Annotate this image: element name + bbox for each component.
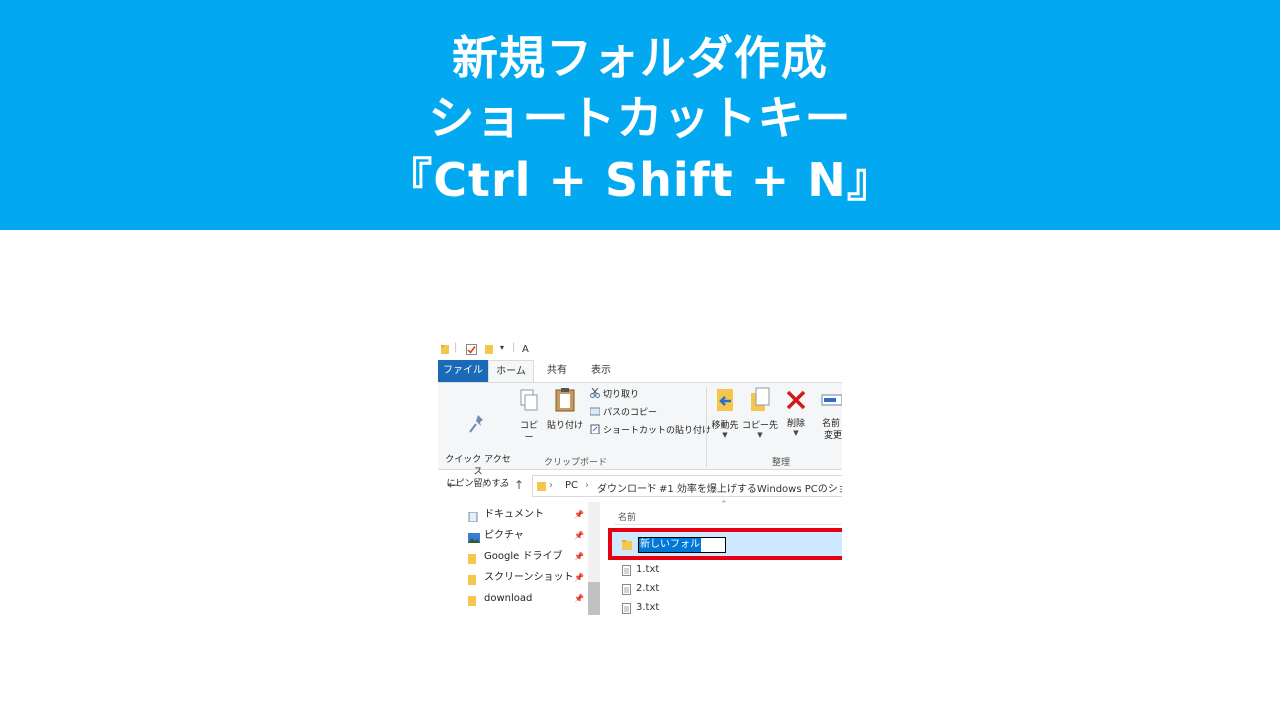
copy-to-button[interactable]: コピー先 ▼ <box>742 387 778 439</box>
chevron-down-icon: ▼ <box>757 431 763 439</box>
folder-icon <box>622 540 632 550</box>
forward-arrow-icon[interactable]: → <box>476 478 486 492</box>
back-arrow-icon[interactable]: ← <box>448 478 458 492</box>
sidebar-item-documents[interactable]: ドキュメント 📌 <box>468 505 588 525</box>
column-header-name[interactable]: 名前 <box>618 510 636 523</box>
clipboard-group-label: クリップボード <box>544 458 608 468</box>
customize-dropdown-icon[interactable]: ▾ <box>500 343 504 352</box>
file-name: 2.txt <box>636 583 660 594</box>
file-row-1[interactable]: 1.txt <box>614 560 840 579</box>
pin-icon[interactable]: 📌 <box>574 568 584 588</box>
rename-selected-text: 新しいフォルダー <box>639 538 720 552</box>
rename-input[interactable]: 新しいフォルダー <box>638 537 726 553</box>
group-separator <box>706 387 707 467</box>
file-list-pane: ⌃ 名前 新しいフォルダー 1.txt 2.txt 3.txt <box>600 500 842 615</box>
sidebar-item-screenshots[interactable]: スクリーンショット 📌 <box>468 568 588 588</box>
address-bar[interactable]: › PC › ダウンロード › #1 効率を爆上げするWindows PCのショ… <box>532 475 842 497</box>
tab-file[interactable]: ファイル <box>438 360 488 382</box>
breadcrumb-current-folder[interactable]: #1 効率を爆上げするWindows PCのショート <box>659 480 842 495</box>
chevron-down-icon: ▼ <box>793 429 799 437</box>
sidebar-item-google-drive[interactable]: Google ドライブ 📌 <box>468 547 588 567</box>
sidebar-item-pictures[interactable]: ピクチャ 📌 <box>468 526 588 546</box>
chevron-down-icon: ▼ <box>722 431 728 439</box>
copy-to-icon <box>742 387 778 417</box>
documents-icon <box>468 510 478 523</box>
navigation-pane: ドキュメント 📌 ピクチャ 📌 Google ドライブ 📌 スクリーンショット … <box>438 502 600 615</box>
clipboard-icon <box>546 387 584 417</box>
tab-view[interactable]: 表示 <box>582 360 620 382</box>
banner-line-2: ショートカットキー <box>428 91 852 145</box>
sort-ascending-icon: ⌃ <box>720 500 728 510</box>
folder-icon <box>537 482 546 491</box>
copy-icon <box>516 389 542 417</box>
pin-icon <box>442 401 514 439</box>
pin-icon[interactable]: 📌 <box>574 589 584 609</box>
cut-button[interactable]: 切り取り <box>590 387 640 401</box>
ribbon-tabs: ファイル ホーム 共有 表示 <box>438 360 842 382</box>
paste-shortcut-icon <box>590 424 600 435</box>
copy-label: コピー <box>519 421 538 443</box>
move-to-label: 移動先 <box>711 421 739 431</box>
rename-label-1: 名前 <box>822 419 841 429</box>
tab-home[interactable]: ホーム <box>488 360 534 382</box>
pin-icon[interactable]: 📌 <box>574 547 584 567</box>
recent-dropdown-icon[interactable]: ⌄ <box>498 480 506 490</box>
pictures-icon <box>468 531 480 543</box>
tab-share[interactable]: 共有 <box>538 360 576 382</box>
move-to-icon <box>710 387 740 417</box>
rename-button[interactable]: 名前 変更 <box>818 389 842 442</box>
text-file-icon <box>622 602 631 614</box>
up-arrow-icon[interactable]: ↑ <box>514 478 524 492</box>
paste-shortcut-button[interactable]: ショートカットの貼り付け <box>590 424 711 437</box>
cut-label: 切り取り <box>603 390 640 400</box>
pin-icon[interactable]: 📌 <box>574 505 584 525</box>
paste-shortcut-label: ショートカットの貼り付け <box>603 426 712 436</box>
header-divider <box>614 524 842 525</box>
file-name: 3.txt <box>636 602 660 613</box>
ribbon-home: クイック アクセス にピン留めする コピー 貼り付け 切り取り パスのコピー シ… <box>438 382 842 489</box>
copy-button[interactable]: コピー <box>516 389 542 444</box>
breadcrumb-pc[interactable]: PC <box>565 480 578 491</box>
window-title: A <box>522 344 529 355</box>
copy-path-button[interactable]: パスのコピー <box>589 406 658 419</box>
new-folder-icon[interactable] <box>484 344 494 358</box>
new-folder-row-highlighted[interactable]: 新しいフォルダー <box>608 528 842 560</box>
file-row-2[interactable]: 2.txt <box>614 579 840 598</box>
copy-to-label: コピー先 <box>742 421 779 431</box>
copy-path-label: パスのコピー <box>603 408 658 418</box>
paste-button[interactable]: 貼り付け <box>546 387 584 432</box>
file-explorer-window: | ▾ | A ファイル ホーム 共有 表示 クイック アクセス にピン留めする <box>438 340 842 615</box>
pin-icon[interactable]: 📌 <box>574 526 584 546</box>
folder-icon <box>468 573 478 585</box>
file-name: 1.txt <box>636 564 660 575</box>
text-file-icon <box>622 583 631 595</box>
nav-scrollbar-thumb[interactable] <box>588 582 600 615</box>
organize-group-label: 整理 <box>772 458 791 468</box>
paste-label: 貼り付け <box>546 421 583 431</box>
scissors-icon <box>590 387 600 398</box>
rename-icon <box>821 389 842 415</box>
properties-icon[interactable] <box>466 344 477 358</box>
file-row-3[interactable]: 3.txt <box>614 598 840 615</box>
move-to-button[interactable]: 移動先 ▼ <box>710 387 740 439</box>
sidebar-item-download[interactable]: download 📌 <box>468 589 588 609</box>
folder-icon[interactable] <box>440 344 450 358</box>
banner-line-3: 『Ctrl + Shift + N』 <box>386 153 894 207</box>
address-bar-row: ← → ⌄ ↑ › PC › ダウンロード › #1 効率を爆上げするWindo… <box>438 474 842 498</box>
title-bar: | ▾ | A <box>438 340 842 360</box>
title-banner: 新規フォルダ作成 ショートカットキー 『Ctrl + Shift + N』 <box>0 0 1280 230</box>
delete-icon <box>784 389 808 415</box>
delete-label: 削除 <box>786 419 805 429</box>
rename-label-2: 変更 <box>824 431 842 441</box>
banner-line-1: 新規フォルダ作成 <box>452 31 828 85</box>
copy-path-icon <box>589 406 601 416</box>
text-file-icon <box>622 564 631 576</box>
folder-icon <box>468 594 478 606</box>
delete-button[interactable]: 削除 ▼ <box>784 389 808 437</box>
folder-icon <box>468 552 478 564</box>
